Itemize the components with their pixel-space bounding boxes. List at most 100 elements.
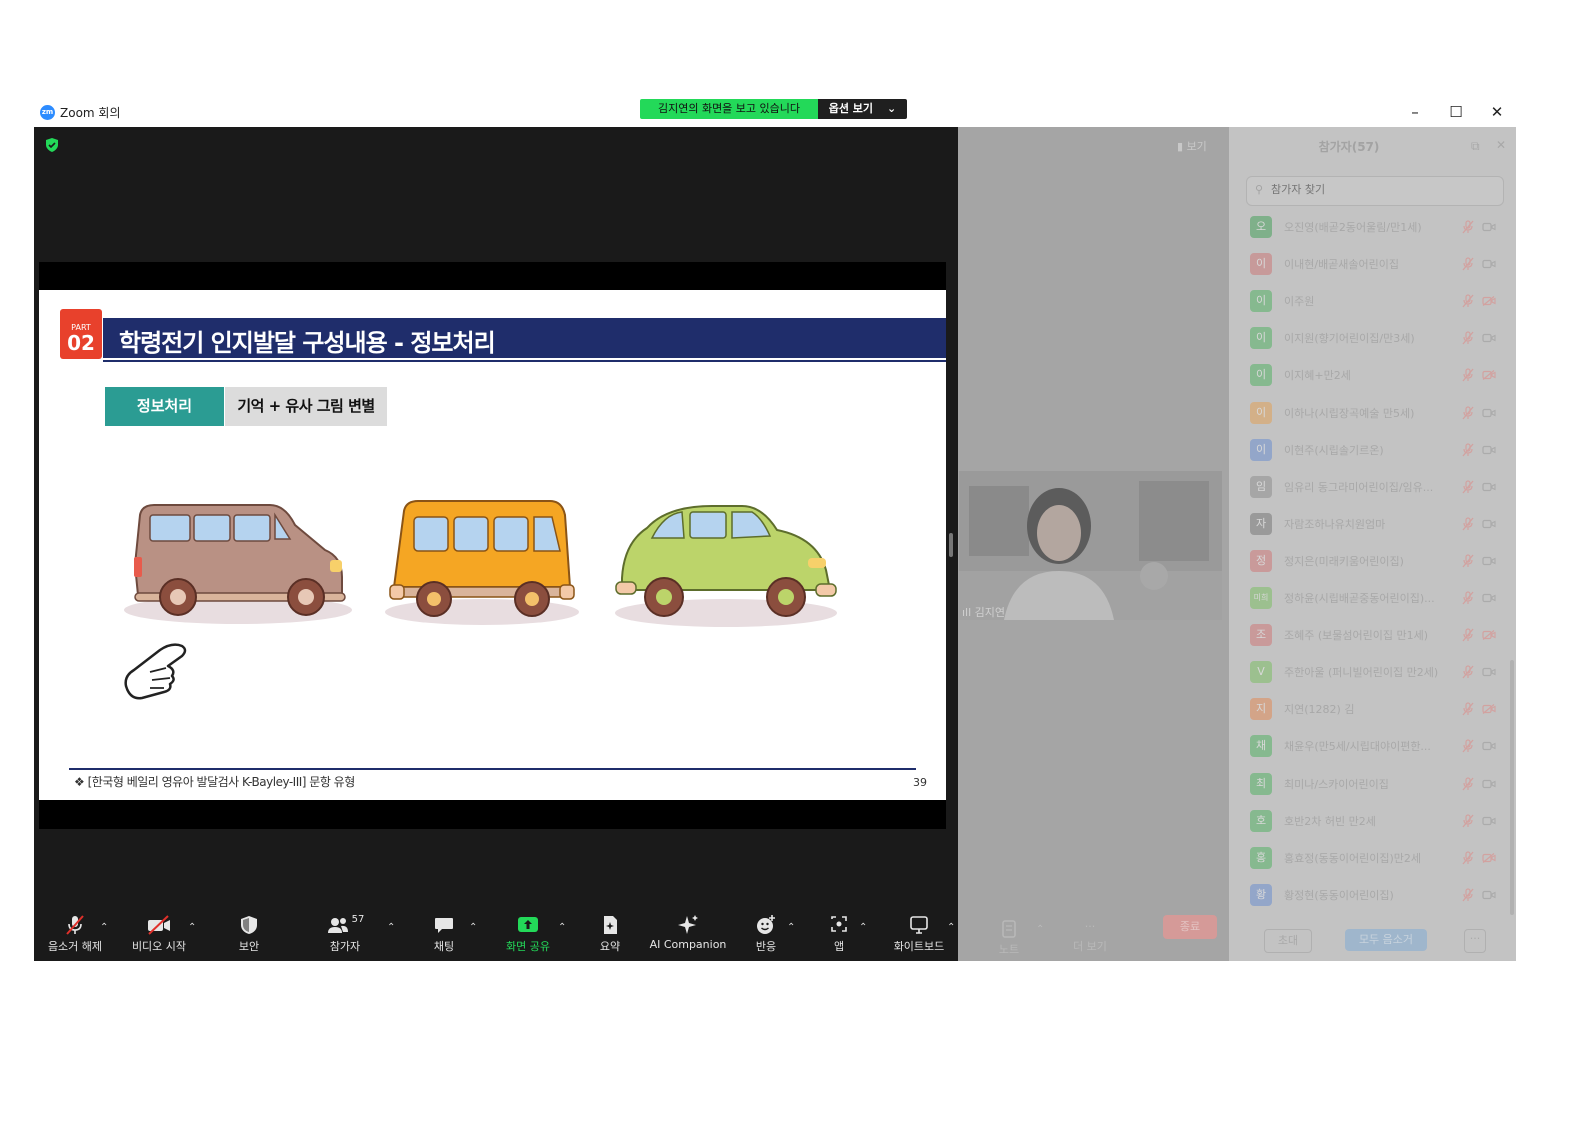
chat-options-caret-icon[interactable]: ⌃ xyxy=(469,922,477,933)
participant-row[interactable]: 이 이지혜+만2세 xyxy=(1248,360,1503,390)
start-video-button[interactable]: 비디오 시작 xyxy=(128,914,190,954)
muted-microphone-icon[interactable] xyxy=(1462,665,1474,679)
participant-search-field[interactable]: ⚲ xyxy=(1246,176,1504,206)
video-off-icon[interactable] xyxy=(1482,853,1496,863)
muted-microphone-icon[interactable] xyxy=(1462,628,1474,642)
participant-row[interactable]: 이 이현주(시립솔기르온) xyxy=(1248,435,1503,465)
participant-name: 이내현/배곧새솔어린이집 xyxy=(1284,258,1400,271)
muted-microphone-icon[interactable] xyxy=(1462,739,1474,753)
participant-row[interactable]: 황 황정현(동동이어린이집) xyxy=(1248,880,1503,910)
audio-options-caret-icon[interactable]: ⌃ xyxy=(100,922,108,933)
participant-row[interactable]: 미희 정하윤(시립배곧중동어린이집)... xyxy=(1248,583,1503,613)
participant-row[interactable]: 조 조혜주 (보물섬어린이집 만1세) xyxy=(1248,620,1503,650)
video-icon[interactable] xyxy=(1482,259,1496,269)
participant-row[interactable]: 정 정지은(미래키움어린이집) xyxy=(1248,546,1503,576)
participant-row[interactable]: 이 이주원 xyxy=(1248,286,1503,316)
muted-microphone-icon[interactable] xyxy=(1462,851,1474,865)
video-off-icon[interactable] xyxy=(1482,630,1496,640)
video-icon[interactable] xyxy=(1482,445,1496,455)
muted-microphone-icon[interactable] xyxy=(1462,517,1474,531)
notes-options-caret-icon[interactable]: ⌃ xyxy=(1036,924,1044,935)
video-icon[interactable] xyxy=(1482,667,1496,677)
share-screen-button[interactable]: 화면 공유 xyxy=(500,914,556,954)
video-icon[interactable] xyxy=(1482,816,1496,826)
end-meeting-button[interactable]: 종료 xyxy=(1163,915,1217,939)
ai-companion-button[interactable]: AI Companion xyxy=(648,914,728,951)
share-options-caret-icon[interactable]: ⌃ xyxy=(558,922,566,933)
participant-row[interactable]: 오 오진영(배곧2동어울림/만1세) xyxy=(1248,212,1503,242)
video-icon[interactable] xyxy=(1482,519,1496,529)
video-icon[interactable] xyxy=(1482,222,1496,232)
unmute-button[interactable]: 음소거 해제 xyxy=(44,914,106,954)
reactions-button[interactable]: 반응 xyxy=(748,914,784,954)
panel-more-button[interactable]: ··· xyxy=(1464,929,1486,953)
minimize-button[interactable]: – xyxy=(1405,103,1425,121)
more-button[interactable]: ··· 더 보기 xyxy=(1070,920,1110,954)
participant-search-input[interactable] xyxy=(1269,182,1493,197)
participant-row[interactable]: 채 채윤우(만5세/시립대야이편한... xyxy=(1248,731,1503,761)
popout-panel-button[interactable]: ⧉ xyxy=(1471,139,1480,154)
video-icon[interactable] xyxy=(1482,333,1496,343)
notes-button[interactable]: 노트 xyxy=(998,920,1020,957)
view-options-button[interactable]: 옵션 보기 ⌄ xyxy=(818,99,907,119)
close-button[interactable]: ✕ xyxy=(1487,103,1507,121)
participant-row[interactable]: 임 임유리 동그라미어린이집/임유... xyxy=(1248,472,1503,502)
participant-row[interactable]: 이 이지원(향기어린이집/만3세) xyxy=(1248,323,1503,353)
muted-microphone-icon[interactable] xyxy=(1462,702,1474,716)
video-icon[interactable] xyxy=(1482,408,1496,418)
muted-microphone-icon[interactable] xyxy=(1462,406,1474,420)
participant-row[interactable]: 최 최미나/스카이어린이집 xyxy=(1248,769,1503,799)
participant-row[interactable]: 지 지연(1282) 김 xyxy=(1248,694,1503,724)
reactions-options-caret-icon[interactable]: ⌃ xyxy=(787,922,795,933)
close-panel-button[interactable]: ✕ xyxy=(1496,138,1506,152)
slide-title-underline xyxy=(103,360,946,362)
participant-row[interactable]: 이 이하나(시립장곡예술 만5세) xyxy=(1248,398,1503,428)
view-button[interactable]: ▮ 보기 xyxy=(1177,138,1207,154)
muted-microphone-icon[interactable] xyxy=(1462,554,1474,568)
mute-all-button[interactable]: 모두 음소거 xyxy=(1345,929,1427,951)
apps-button[interactable]: 앱 xyxy=(826,914,852,954)
video-off-icon[interactable] xyxy=(1482,370,1496,380)
muted-microphone-icon[interactable] xyxy=(1462,368,1474,382)
participant-avatar: 조 xyxy=(1250,624,1272,646)
invite-button[interactable]: 초대 xyxy=(1264,929,1312,953)
muted-microphone-icon[interactable] xyxy=(1462,294,1474,308)
security-button[interactable]: 보안 xyxy=(228,914,270,954)
chat-button[interactable]: 채팅 xyxy=(424,914,464,954)
video-icon[interactable] xyxy=(1482,890,1496,900)
video-icon[interactable] xyxy=(1482,741,1496,751)
video-icon[interactable] xyxy=(1482,556,1496,566)
speaker-video-tile[interactable] xyxy=(959,471,1222,620)
whiteboard-options-caret-icon[interactable]: ⌃ xyxy=(947,922,955,933)
panel-resize-handle[interactable] xyxy=(949,533,953,557)
muted-microphone-icon[interactable] xyxy=(1462,443,1474,457)
video-icon[interactable] xyxy=(1482,593,1496,603)
participants-button[interactable]: 57 참가자 xyxy=(318,914,372,954)
participant-list-scrollbar[interactable] xyxy=(1510,660,1514,915)
participant-name: 이지혜+만2세 xyxy=(1284,369,1351,382)
maximize-button[interactable]: ☐ xyxy=(1446,103,1466,121)
muted-microphone-icon[interactable] xyxy=(1462,591,1474,605)
encryption-shield-icon[interactable] xyxy=(45,138,59,152)
muted-microphone-icon[interactable] xyxy=(1462,480,1474,494)
video-options-caret-icon[interactable]: ⌃ xyxy=(188,922,196,933)
muted-microphone-icon[interactable] xyxy=(1462,777,1474,791)
apps-options-caret-icon[interactable]: ⌃ xyxy=(859,922,867,933)
muted-microphone-icon[interactable] xyxy=(1462,331,1474,345)
video-off-icon[interactable] xyxy=(1482,296,1496,306)
participant-row[interactable]: 이 이내현/배곧새솔어린이집 xyxy=(1248,249,1503,279)
muted-microphone-icon[interactable] xyxy=(1462,220,1474,234)
participant-row[interactable]: 홍 홍효정(동동이어린이집)만2세 xyxy=(1248,843,1503,873)
participant-row[interactable]: 자 자람조하나유치원엄마 xyxy=(1248,509,1503,539)
video-off-icon[interactable] xyxy=(1482,704,1496,714)
whiteboard-button[interactable]: 화이트보드 xyxy=(888,914,950,954)
muted-microphone-icon[interactable] xyxy=(1462,257,1474,271)
participant-row[interactable]: 호 호반2차 허빈 만2세 xyxy=(1248,806,1503,836)
summary-button[interactable]: 요약 xyxy=(592,914,628,954)
video-icon[interactable] xyxy=(1482,482,1496,492)
participant-row[interactable]: V 주한아울 (퍼니빌어린이집 만2세) xyxy=(1248,657,1503,687)
muted-microphone-icon[interactable] xyxy=(1462,888,1474,902)
muted-microphone-icon[interactable] xyxy=(1462,814,1474,828)
participants-options-caret-icon[interactable]: ⌃ xyxy=(387,922,395,933)
video-icon[interactable] xyxy=(1482,779,1496,789)
